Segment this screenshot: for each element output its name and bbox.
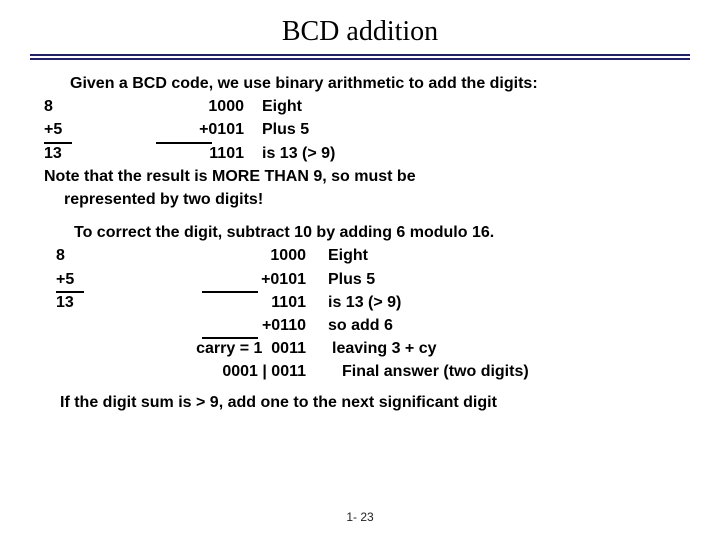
b2-r6-bin: 0001 | 0011 (116, 360, 328, 383)
b2-row1: 8 1000 Eight (30, 244, 690, 267)
note-1a: Note that the result is MORE THAN 9, so … (30, 165, 690, 188)
b2-r2-dec: +5 (30, 268, 116, 291)
title-rule (30, 54, 690, 60)
b2-row3: 13 1101 is 13 (> 9) (30, 291, 690, 314)
intro-1: Given a BCD code, we use binary arithmet… (30, 72, 690, 95)
content: Given a BCD code, we use binary arithmet… (30, 72, 690, 415)
b1-r2-bin: +0101 (104, 118, 262, 141)
b2-r5-desc: leaving 3 + cy (328, 337, 690, 360)
b1-r1-desc: Eight (262, 95, 690, 118)
b2-r4-desc: so add 6 (328, 314, 690, 337)
b2-r1-desc: Eight (328, 244, 690, 267)
b2-r6-desc: Final answer (two digits) (328, 360, 690, 383)
b1-r3-desc: is 13 (> 9) (262, 142, 690, 165)
b1-row2: +5 +0101 Plus 5 (30, 118, 690, 141)
b2-r2-bin: +0101 (116, 268, 328, 291)
b1-r1-dec: 8 (30, 95, 104, 118)
b2-r3-dec: 13 (30, 291, 116, 314)
b1-r3-bin: 1101 (104, 142, 262, 165)
b2-r1-bin: 1000 (116, 244, 328, 267)
b1-row1: 8 1000 Eight (30, 95, 690, 118)
b2-row6: 0001 | 0011 Final answer (two digits) (30, 360, 690, 383)
b2-row4: +0110 so add 6 (30, 314, 690, 337)
b2-r3-bin: 1101 (116, 291, 328, 314)
intro-2: To correct the digit, subtract 10 by add… (30, 221, 690, 244)
b2-r3-desc: is 13 (> 9) (328, 291, 690, 314)
b1-r1-bin: 1000 (104, 95, 262, 118)
b2-r2-desc: Plus 5 (328, 268, 690, 291)
b2-row2: +5 +0101 Plus 5 (30, 268, 690, 291)
b2-r5-bin: carry = 1 0011 (116, 337, 328, 360)
slide-footer: 1- 23 (0, 510, 720, 524)
b2-r4-bin: +0110 (116, 314, 328, 337)
note-1b: represented by two digits! (30, 188, 690, 211)
slide-title: BCD addition (30, 16, 690, 48)
b1-r3-dec: 13 (30, 142, 104, 165)
b2-r1-dec: 8 (30, 244, 116, 267)
b1-r2-desc: Plus 5 (262, 118, 690, 141)
b1-r2-dec: +5 (30, 118, 104, 141)
b2-row5: carry = 1 0011 leaving 3 + cy (30, 337, 690, 360)
slide: BCD addition Given a BCD code, we use bi… (0, 0, 720, 540)
closing: If the digit sum is > 9, add one to the … (30, 391, 690, 414)
b1-row3: 13 1101 is 13 (> 9) (30, 142, 690, 165)
